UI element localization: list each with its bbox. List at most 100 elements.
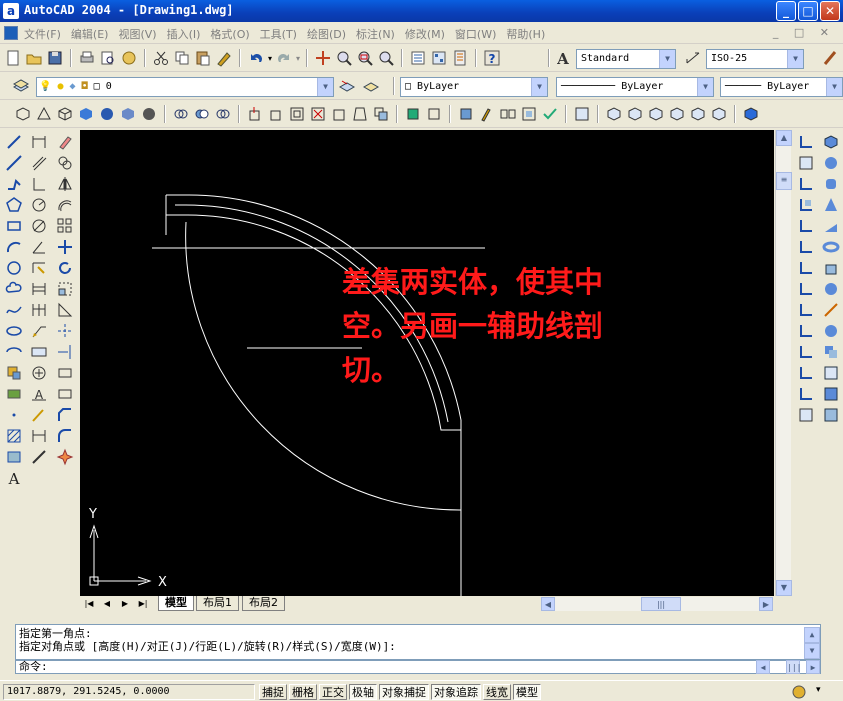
paste-icon[interactable] [194, 49, 212, 67]
imprint-icon[interactable] [457, 105, 475, 123]
named-ucs-icon[interactable] [573, 105, 591, 123]
copy-icon[interactable] [173, 49, 191, 67]
cone-solid-icon[interactable] [822, 196, 840, 214]
osnap-toggle[interactable]: 对象捕捉 [379, 684, 429, 700]
ucs-world-icon[interactable] [797, 154, 815, 172]
trim-icon[interactable] [56, 322, 74, 340]
object-ucs-icon[interactable] [797, 217, 815, 235]
intersect-icon[interactable] [214, 105, 232, 123]
rectangle-icon[interactable] [5, 217, 23, 235]
wedge-solid-icon[interactable] [822, 217, 840, 235]
tab-layout2[interactable]: 布局2 [242, 596, 285, 611]
lineweight-toggle[interactable]: 线宽 [483, 684, 511, 700]
rotate-icon[interactable] [56, 259, 74, 277]
scroll-right-button[interactable]: ▶ [759, 597, 773, 611]
lineweight-select[interactable]: ────── ByLayer ▼ [720, 77, 843, 97]
document-window-controls[interactable]: _ □ ✕ [773, 26, 835, 39]
menu-dimension[interactable]: 标注(N) [356, 26, 395, 42]
face-ucs-icon[interactable] [797, 196, 815, 214]
open-file-icon[interactable] [25, 49, 43, 67]
zoom-realtime-icon[interactable] [335, 49, 353, 67]
dimension-style-select[interactable]: ISO-25 ▼ [706, 49, 804, 69]
region-icon[interactable] [5, 448, 23, 466]
mirror-icon[interactable] [56, 175, 74, 193]
snap-toggle[interactable]: 捕捉 [259, 684, 287, 700]
dimension-style-manager-icon[interactable] [30, 448, 48, 466]
menu-window[interactable]: 窗口(W) [455, 26, 496, 42]
grid-toggle[interactable]: 栅格 [289, 684, 317, 700]
next-tab-button[interactable]: ▶ [118, 597, 132, 611]
horizontal-scrollbar[interactable]: ◀ ||| ▶ [541, 597, 773, 611]
menu-file[interactable]: 文件(F) [24, 26, 61, 42]
spline-icon[interactable] [5, 301, 23, 319]
new-file-icon[interactable] [4, 49, 22, 67]
design-center-icon[interactable] [430, 49, 448, 67]
menu-format[interactable]: 格式(O) [210, 26, 249, 42]
bottom-view-icon[interactable] [710, 105, 728, 123]
text-style-select[interactable]: Standard ▼ [576, 49, 676, 69]
shell-icon[interactable] [520, 105, 538, 123]
color-select[interactable]: □ ByLayer ▼ [400, 77, 548, 97]
clean-icon[interactable] [478, 105, 496, 123]
box-solid-icon[interactable] [822, 133, 840, 151]
scroll-down-button[interactable]: ▼ [776, 580, 792, 596]
back-view-icon[interactable] [626, 105, 644, 123]
line-icon[interactable] [5, 133, 23, 151]
polygon-icon[interactable] [5, 196, 23, 214]
horizontal-scroll-thumb[interactable]: ||| [641, 597, 681, 611]
close-button[interactable]: ✕ [820, 1, 840, 21]
menu-help[interactable]: 帮助(H) [506, 26, 545, 42]
model-toggle[interactable]: 模型 [513, 684, 541, 700]
text-style-icon[interactable]: A [554, 49, 572, 67]
scroll-left-button[interactable]: ◀ [541, 597, 555, 611]
menu-edit[interactable]: 编辑(E) [71, 26, 109, 42]
explode-icon[interactable] [56, 448, 74, 466]
circle-icon[interactable] [5, 259, 23, 277]
check-icon[interactable] [541, 105, 559, 123]
offset-faces-icon[interactable] [288, 105, 306, 123]
dimension-update-icon[interactable] [30, 427, 48, 445]
hatch-icon[interactable] [5, 427, 23, 445]
undo-dropdown-arrow[interactable]: ▾ [268, 54, 272, 63]
multiline-text-icon[interactable]: A [5, 469, 23, 487]
zoom-previous-icon[interactable] [377, 49, 395, 67]
redo-dropdown-arrow[interactable]: ▾ [296, 54, 300, 63]
cylinder-solid-icon[interactable] [822, 175, 840, 193]
separate-icon[interactable] [499, 105, 517, 123]
tab-model[interactable]: 模型 [158, 596, 194, 611]
command-scroll-thumb[interactable]: ||| [786, 660, 801, 674]
taper-faces-icon[interactable] [351, 105, 369, 123]
ellipse-arc-icon[interactable] [5, 343, 23, 361]
ordinate-dimension-icon[interactable] [30, 175, 48, 193]
document-icon[interactable] [4, 26, 18, 40]
chamfer-icon[interactable] [56, 406, 74, 424]
baseline-dimension-icon[interactable] [30, 280, 48, 298]
polyline-icon[interactable] [5, 175, 23, 193]
dimension-edit-icon[interactable]: A [30, 385, 48, 403]
minimize-button[interactable]: _ [776, 1, 796, 21]
sphere-solid-icon[interactable] [822, 154, 840, 172]
ortho-toggle[interactable]: 正交 [319, 684, 347, 700]
break-icon[interactable] [56, 385, 74, 403]
menu-insert[interactable]: 插入(I) [167, 26, 201, 42]
match-properties-icon[interactable] [215, 49, 233, 67]
tab-layout1[interactable]: 布局1 [196, 596, 239, 611]
linetype-select[interactable]: ───────── ByLayer ▼ [556, 77, 714, 97]
make-block-icon[interactable] [5, 385, 23, 403]
3-point-ucs-icon[interactable] [797, 301, 815, 319]
extrude-icon[interactable] [822, 259, 840, 277]
menu-modify[interactable]: 修改(M) [405, 26, 445, 42]
ucs-icon[interactable] [797, 133, 815, 151]
construction-line-icon[interactable] [5, 154, 23, 172]
x-rotate-ucs-icon[interactable] [797, 322, 815, 340]
section-icon[interactable] [822, 322, 840, 340]
slice-icon[interactable] [822, 301, 840, 319]
help-icon[interactable]: ? [483, 49, 501, 67]
ellipse-icon[interactable] [5, 322, 23, 340]
ucs-manager-icon[interactable] [797, 406, 815, 424]
previous-tab-button[interactable]: ◀ [100, 597, 114, 611]
point-icon[interactable] [5, 406, 23, 424]
move-icon[interactable] [56, 238, 74, 256]
insert-block-icon[interactable] [5, 364, 23, 382]
layer-previous-icon[interactable] [362, 77, 380, 95]
